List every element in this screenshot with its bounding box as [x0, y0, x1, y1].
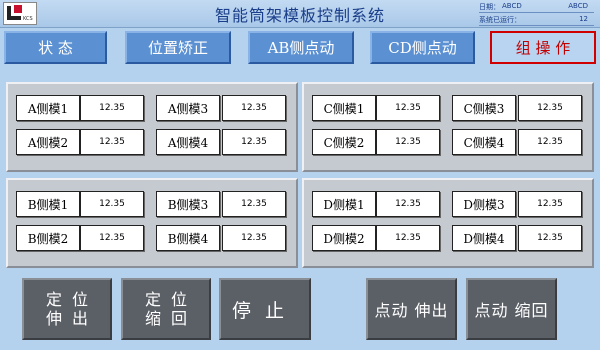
a-mold-1-value[interactable]: 12.35 — [80, 95, 144, 121]
d-mold-1-value[interactable]: 12.35 — [376, 191, 440, 217]
position-retract-line2: 缩回 — [144, 309, 197, 328]
app-title: 智能筒架模板控制系统 — [214, 6, 385, 25]
a-mold-2-label: A侧模2 — [16, 129, 80, 155]
position-retract-line1: 定位 — [144, 290, 197, 309]
c-mold-4-value[interactable]: 12.35 — [518, 129, 582, 155]
runtime-row: 系统已运行： 12 — [479, 14, 594, 26]
d-mold-3-label: D侧模3 — [452, 191, 516, 217]
stop-label: 停止 — [231, 299, 298, 322]
date-label: 日期： — [479, 3, 500, 11]
b-mold-3-value[interactable]: 12.35 — [222, 191, 286, 217]
b-mold-2-value[interactable]: 12.35 — [80, 225, 144, 251]
panel-c-side: C侧模1 12.35 C侧模3 12.35 C侧模2 12.35 C侧模4 12… — [302, 82, 594, 172]
tab-ab-side-jog[interactable]: AB侧点动 — [248, 31, 354, 64]
d-mold-4-value[interactable]: 12.35 — [518, 225, 582, 251]
position-retract-button[interactable]: 定位 缩回 — [121, 278, 211, 340]
jog-retract-button[interactable]: 点动 缩回 — [466, 278, 557, 340]
d-mold-2-value[interactable]: 12.35 — [376, 225, 440, 251]
runtime-label: 系统已运行： — [479, 16, 521, 24]
d-mold-2-label: D侧模2 — [312, 225, 376, 251]
a-mold-3-value[interactable]: 12.35 — [222, 95, 286, 121]
b-mold-4-value[interactable]: 12.35 — [222, 225, 286, 251]
runtime-value: 12 — [579, 15, 588, 23]
title-bar: KCS 智能筒架模板控制系统 日期： ABCD ABCD 系统已运行： 12 — [0, 0, 600, 28]
a-mold-4-value[interactable]: 12.35 — [222, 129, 286, 155]
c-mold-3-label: C侧模3 — [452, 95, 516, 121]
tab-position-correction[interactable]: 位置矫正 — [125, 31, 231, 64]
position-extend-line1: 定位 — [45, 290, 98, 309]
jog-extend-label: 点动 伸出 — [374, 301, 449, 320]
position-extend-button[interactable]: 定位 伸出 — [22, 278, 112, 340]
c-mold-1-value[interactable]: 12.35 — [376, 95, 440, 121]
a-mold-3-label: A侧模3 — [156, 95, 220, 121]
panel-a-side: A侧模1 12.35 A侧模3 12.35 A侧模2 12.35 A侧模4 12… — [6, 82, 298, 172]
d-mold-1-label: D侧模1 — [312, 191, 376, 217]
position-extend-line2: 伸出 — [45, 309, 98, 328]
company-logo: KCS — [3, 2, 37, 25]
date-value-1: ABCD — [502, 2, 522, 10]
d-mold-3-value[interactable]: 12.35 — [518, 191, 582, 217]
b-mold-3-label: B侧模3 — [156, 191, 220, 217]
c-mold-4-label: C侧模4 — [452, 129, 516, 155]
logo-text: KCS — [23, 16, 33, 22]
c-mold-2-label: C侧模2 — [312, 129, 376, 155]
logo-mark-icon — [7, 5, 22, 20]
panel-d-side: D侧模1 12.35 D侧模3 12.35 D侧模2 12.35 D侧模4 12… — [302, 178, 594, 268]
c-mold-2-value[interactable]: 12.35 — [376, 129, 440, 155]
a-mold-4-label: A侧模4 — [156, 129, 220, 155]
b-mold-2-label: B侧模2 — [16, 225, 80, 251]
b-mold-4-label: B侧模4 — [156, 225, 220, 251]
a-mold-1-label: A侧模1 — [16, 95, 80, 121]
panel-b-side: B侧模1 12.35 B侧模3 12.35 B侧模2 12.35 B侧模4 12… — [6, 178, 298, 268]
b-mold-1-value[interactable]: 12.35 — [80, 191, 144, 217]
c-mold-1-label: C侧模1 — [312, 95, 376, 121]
stop-button[interactable]: 停止 — [219, 278, 311, 340]
date-value-2: ABCD — [568, 2, 588, 10]
jog-retract-label: 点动 缩回 — [474, 301, 549, 320]
tab-status[interactable]: 状 态 — [4, 31, 107, 64]
c-mold-3-value[interactable]: 12.35 — [518, 95, 582, 121]
tab-cd-side-jog[interactable]: CD侧点动 — [370, 31, 475, 64]
date-row: 日期： ABCD ABCD — [479, 1, 594, 13]
tab-group-operation[interactable]: 组 操 作 — [490, 31, 596, 64]
b-mold-1-label: B侧模1 — [16, 191, 80, 217]
d-mold-4-label: D侧模4 — [452, 225, 516, 251]
jog-extend-button[interactable]: 点动 伸出 — [366, 278, 457, 340]
a-mold-2-value[interactable]: 12.35 — [80, 129, 144, 155]
